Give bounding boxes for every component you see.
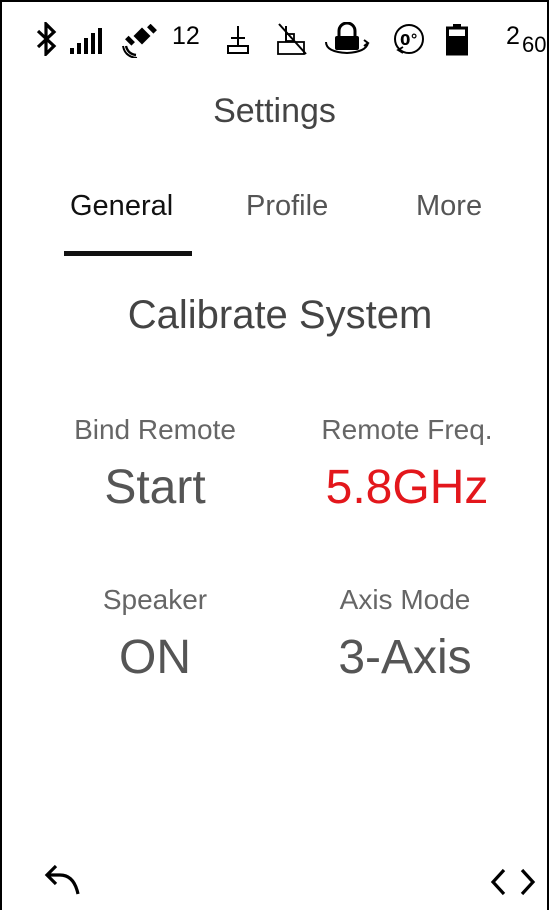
battery-percent: 60% [522, 32, 549, 57]
satellite-count: 12 [172, 22, 200, 50]
setting-label: Remote Freq. [321, 414, 493, 445]
battery-icon [446, 24, 468, 56]
tilt-disabled-icon [276, 22, 308, 56]
zero-degree-icon: 0° [392, 22, 426, 56]
left-right-chevrons-icon [490, 868, 536, 896]
tab-more[interactable]: More [416, 190, 482, 223]
setting-remote-freq[interactable]: Remote Freq. 5.8GHz [282, 414, 532, 515]
setting-label: Bind Remote [74, 414, 236, 445]
tab-bar: General Profile More [0, 190, 549, 260]
svg-text:0°: 0° [400, 31, 418, 49]
tab-general[interactable]: General [70, 190, 173, 223]
setting-label: Axis Mode [339, 584, 471, 615]
setting-bind-remote[interactable]: Bind Remote Start [30, 414, 280, 515]
setting-value: 3-Axis [338, 631, 472, 684]
lock-rotate-icon [324, 22, 370, 56]
active-tab-indicator [64, 251, 192, 256]
setting-label: Speaker [102, 584, 208, 615]
setting-value: ON [119, 631, 191, 684]
bluetooth-icon [36, 22, 58, 56]
page-title: Settings [213, 92, 336, 130]
back-arrow-icon [44, 864, 80, 895]
page-nav-button[interactable] [490, 866, 540, 903]
setting-value: Start [104, 461, 206, 514]
tab-profile[interactable]: Profile [246, 190, 328, 223]
battery-count: 2 [506, 22, 520, 50]
setting-speaker[interactable]: Speaker ON [30, 584, 280, 685]
status-bar: 12 0° 2 60 [30, 20, 549, 66]
antenna-icon [226, 24, 250, 54]
back-button[interactable] [44, 862, 82, 901]
setting-value: 5.8GHz [325, 461, 489, 514]
satellite-icon [122, 24, 172, 58]
section-title: Calibrate System [127, 293, 433, 337]
setting-axis-mode[interactable]: Axis Mode 3-Axis [280, 584, 530, 685]
signal-bars-icon [70, 28, 102, 54]
